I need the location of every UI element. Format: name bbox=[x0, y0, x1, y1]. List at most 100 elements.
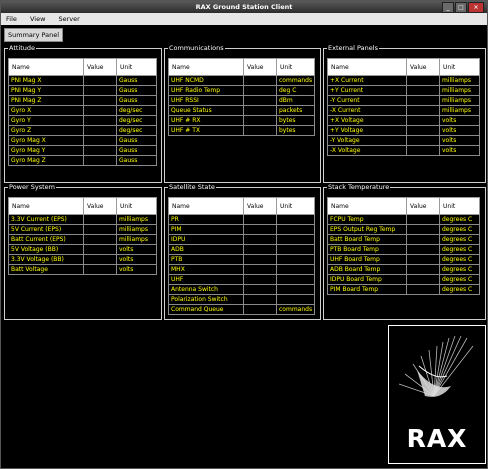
table-header-row: Name Value Unit bbox=[168, 58, 316, 76]
menu-view[interactable]: View bbox=[30, 15, 45, 23]
table-row[interactable]: 3.3V Voltage (BB) volts bbox=[8, 254, 157, 265]
table-row[interactable]: Gyro Y deg/sec bbox=[8, 115, 157, 126]
column-header-value[interactable]: Value bbox=[83, 58, 117, 76]
table-row[interactable]: UHF RSSI dBm bbox=[168, 95, 316, 106]
column-header-unit[interactable]: Unit bbox=[116, 197, 157, 215]
table-row[interactable]: PTB bbox=[168, 254, 316, 265]
column-header-name[interactable]: Name bbox=[8, 58, 84, 76]
column-header-name[interactable]: Name bbox=[8, 197, 84, 215]
column-header-value[interactable]: Value bbox=[406, 58, 440, 76]
table-row[interactable]: IDPU Board Temp degrees C bbox=[327, 274, 480, 285]
cell-value bbox=[83, 75, 117, 86]
table-row[interactable]: FCPU Temp degrees C bbox=[327, 214, 480, 225]
menu-file[interactable]: File bbox=[6, 15, 17, 23]
cell-unit: milliamps bbox=[439, 105, 480, 116]
table-row[interactable]: +Y Current milliamps bbox=[327, 85, 480, 96]
column-header-value[interactable]: Value bbox=[243, 197, 277, 215]
table-row[interactable]: Gyro Mag X Gauss bbox=[8, 135, 157, 146]
column-header-value[interactable]: Value bbox=[406, 197, 440, 215]
column-header-unit[interactable]: Unit bbox=[439, 197, 480, 215]
table-row[interactable]: Gyro Z deg/sec bbox=[8, 125, 157, 136]
table-row[interactable]: PIM Board Temp degrees C bbox=[327, 284, 480, 295]
cell-name: IDPU Board Temp bbox=[327, 274, 407, 285]
table-row[interactable]: PNI Mag Z Gauss bbox=[8, 95, 157, 106]
cell-unit: Gauss bbox=[116, 95, 157, 106]
table-row[interactable]: UHF Board Temp degrees C bbox=[327, 254, 480, 265]
close-icon[interactable]: × bbox=[468, 2, 484, 13]
table-row[interactable]: IDPU bbox=[168, 234, 316, 245]
table-row[interactable]: Batt Current (EPS) milliamps bbox=[8, 234, 157, 245]
table-row[interactable]: UHF Radio Temp deg C bbox=[168, 85, 316, 96]
cell-unit: volts bbox=[116, 254, 157, 265]
stack-temperature-panel: Stack Temperature Name Value Unit FCPU Temp d… bbox=[323, 183, 486, 320]
table-row[interactable]: UHF NCMD commands bbox=[168, 75, 316, 86]
cell-name: MHX bbox=[168, 264, 244, 275]
menu-server[interactable]: Server bbox=[58, 15, 79, 23]
table-row[interactable]: 3.3V Current (EPS) milliamps bbox=[8, 214, 157, 225]
table-row[interactable]: UHF bbox=[168, 274, 316, 285]
column-header-unit[interactable]: Unit bbox=[275, 197, 316, 215]
table-row[interactable]: +X Current milliamps bbox=[327, 75, 480, 86]
column-header-value[interactable]: Value bbox=[243, 58, 277, 76]
logo-text: RAX bbox=[406, 424, 468, 453]
cell-unit: Gauss bbox=[116, 155, 157, 166]
minimize-icon[interactable]: _ bbox=[442, 2, 454, 13]
table-row[interactable]: Gyro Mag Z Gauss bbox=[8, 155, 157, 166]
cell-unit bbox=[275, 284, 316, 295]
table-row[interactable]: Batt Voltage volts bbox=[8, 264, 157, 275]
cell-name: PNI Mag Z bbox=[8, 95, 84, 106]
table-row[interactable]: UHF # RX bytes bbox=[168, 115, 316, 126]
cell-value bbox=[243, 105, 277, 116]
cell-unit bbox=[275, 264, 316, 275]
cell-name: UHF NCMD bbox=[168, 75, 244, 86]
table-row[interactable]: 5V Voltage (BB) volts bbox=[8, 244, 157, 255]
cell-value bbox=[406, 75, 440, 86]
table-row[interactable]: Polarization Switch bbox=[168, 294, 316, 305]
cell-name: UHF # TX bbox=[168, 125, 244, 136]
table-row[interactable]: +X Voltage volts bbox=[327, 115, 480, 126]
table-row[interactable]: -X Current milliamps bbox=[327, 105, 480, 116]
cell-value bbox=[83, 214, 117, 225]
tab-summary-panel[interactable]: Summary Panel bbox=[4, 28, 64, 42]
table-row[interactable]: MHX bbox=[168, 264, 316, 275]
table-row[interactable]: PTB Board Temp degrees C bbox=[327, 244, 480, 255]
table-row[interactable]: Antenna Switch bbox=[168, 284, 316, 295]
column-header-name[interactable]: Name bbox=[168, 58, 244, 76]
table-row[interactable]: Queue Status packets bbox=[168, 105, 316, 116]
cell-name: Polarization Switch bbox=[168, 294, 244, 305]
cell-value bbox=[83, 145, 117, 156]
column-header-name[interactable]: Name bbox=[327, 58, 407, 76]
column-header-value[interactable]: Value bbox=[83, 197, 117, 215]
table-row[interactable]: Batt Board Temp degrees C bbox=[327, 234, 480, 245]
table-row[interactable]: +Y Voltage volts bbox=[327, 125, 480, 136]
satellite-state-panel: Satellite State Name Value Unit PR PIM IDPU ADB… bbox=[164, 183, 321, 320]
table-row[interactable]: PNI Mag X Gauss bbox=[8, 75, 157, 86]
cell-unit bbox=[275, 274, 316, 285]
maximize-icon[interactable]: □ bbox=[455, 2, 467, 13]
table-row[interactable]: Gyro Mag Y Gauss bbox=[8, 145, 157, 156]
table-row[interactable]: -Y Voltage volts bbox=[327, 135, 480, 146]
cell-unit bbox=[275, 254, 316, 265]
column-header-name[interactable]: Name bbox=[168, 197, 244, 215]
column-header-unit[interactable]: Unit bbox=[439, 58, 480, 76]
table-row[interactable]: PIM bbox=[168, 224, 316, 235]
cell-name: UHF RSSI bbox=[168, 95, 244, 106]
table-row[interactable]: ADB bbox=[168, 244, 316, 255]
table-row[interactable]: PNI Mag Y Gauss bbox=[8, 85, 157, 96]
table-row[interactable]: EPS Output Reg Temp degrees C bbox=[327, 224, 480, 235]
table-row[interactable]: -X Voltage volts bbox=[327, 145, 480, 156]
cell-value bbox=[83, 95, 117, 106]
cell-unit: milliamps bbox=[116, 224, 157, 235]
table-row[interactable]: 5V Current (EPS) milliamps bbox=[8, 224, 157, 235]
table-row[interactable]: PR bbox=[168, 214, 316, 225]
table-row[interactable]: -Y Current milliamps bbox=[327, 95, 480, 106]
title-bar: RAX Ground Station Client _ □ × bbox=[1, 1, 487, 13]
column-header-name[interactable]: Name bbox=[327, 197, 407, 215]
table-row[interactable]: UHF # TX bytes bbox=[168, 125, 316, 136]
table-row[interactable]: Gyro X deg/sec bbox=[8, 105, 157, 116]
column-header-unit[interactable]: Unit bbox=[116, 58, 157, 76]
column-header-unit[interactable]: Unit bbox=[275, 58, 316, 76]
cell-unit: volts bbox=[439, 115, 480, 126]
table-row[interactable]: Command Queue commands bbox=[168, 304, 316, 315]
table-row[interactable]: ADB Board Temp degrees C bbox=[327, 264, 480, 275]
